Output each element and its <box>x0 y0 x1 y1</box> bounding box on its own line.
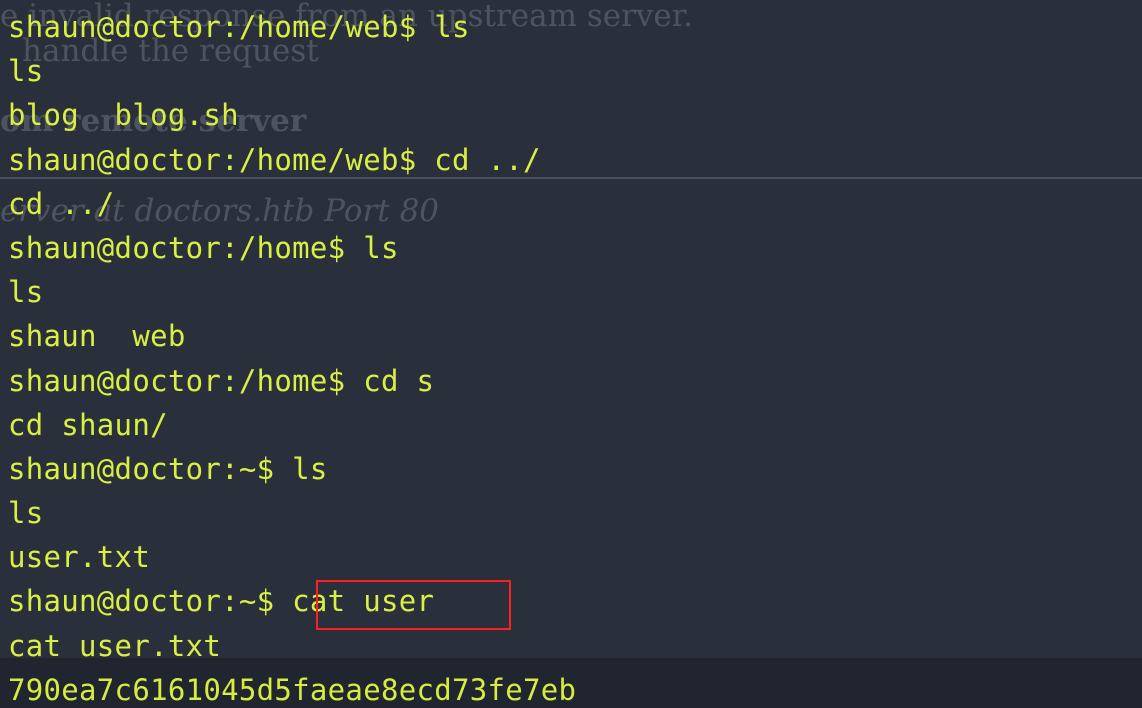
terminal-line: blog blog.sh <box>8 93 1142 137</box>
terminal-line-text: shaun@doctor:~$ ls <box>8 451 328 486</box>
terminal-line-text: user.txt <box>8 540 151 575</box>
terminal-line-text: blog blog.sh <box>8 98 239 133</box>
terminal-window[interactable]: e invalid response from an upstream serv… <box>0 0 1142 708</box>
terminal-line: shaun@doctor:/home$ cd s <box>8 359 1142 403</box>
terminal-line: user.txt <box>8 535 1142 579</box>
terminal-line: 790ea7c6161045d5faeae8ecd73fe7eb <box>8 668 1142 708</box>
terminal-line-text: shaun@doctor:~$ cat user <box>8 584 435 619</box>
terminal-line-text: ls <box>8 275 44 310</box>
terminal-line: shaun@doctor:/home/web$ cd ../ <box>8 138 1142 182</box>
terminal-line-text: ls <box>8 496 44 531</box>
terminal-line-text: shaun web <box>8 319 186 354</box>
terminal-line-text: shaun@doctor:/home$ cd s <box>8 363 435 398</box>
terminal-line: ls <box>8 270 1142 314</box>
terminal-line-text: shaun@doctor:/home$ ls <box>8 230 399 265</box>
terminal-line: shaun web <box>8 314 1142 358</box>
terminal-line: shaun@doctor:~$ ls <box>8 447 1142 491</box>
terminal-output: shaun@doctor:/home/web$ ls ls blog blog.… <box>8 5 1142 708</box>
terminal-line-text: shaun@doctor:/home/web$ ls <box>8 10 470 44</box>
terminal-hash-output: 790ea7c6161045d5faeae8ecd73fe7eb <box>8 672 577 707</box>
terminal-line: cd ../ <box>8 182 1142 226</box>
terminal-line-text: cat user.txt <box>8 628 222 663</box>
terminal-line: ls <box>8 49 1142 93</box>
terminal-line: ls <box>8 491 1142 535</box>
terminal-line: cd shaun/ <box>8 403 1142 447</box>
terminal-line: shaun@doctor:/home$ ls <box>8 226 1142 270</box>
terminal-line-text: cd ../ <box>8 186 115 221</box>
terminal-line: shaun@doctor:/home/web$ ls <box>8 5 1142 49</box>
terminal-line-text: ls <box>8 54 44 89</box>
terminal-line-text: shaun@doctor:/home/web$ cd ../ <box>8 142 541 177</box>
terminal-line: cat user.txt <box>8 624 1142 668</box>
terminal-line: shaun@doctor:~$ cat user <box>8 579 1142 623</box>
terminal-line-text: cd shaun/ <box>8 407 168 442</box>
